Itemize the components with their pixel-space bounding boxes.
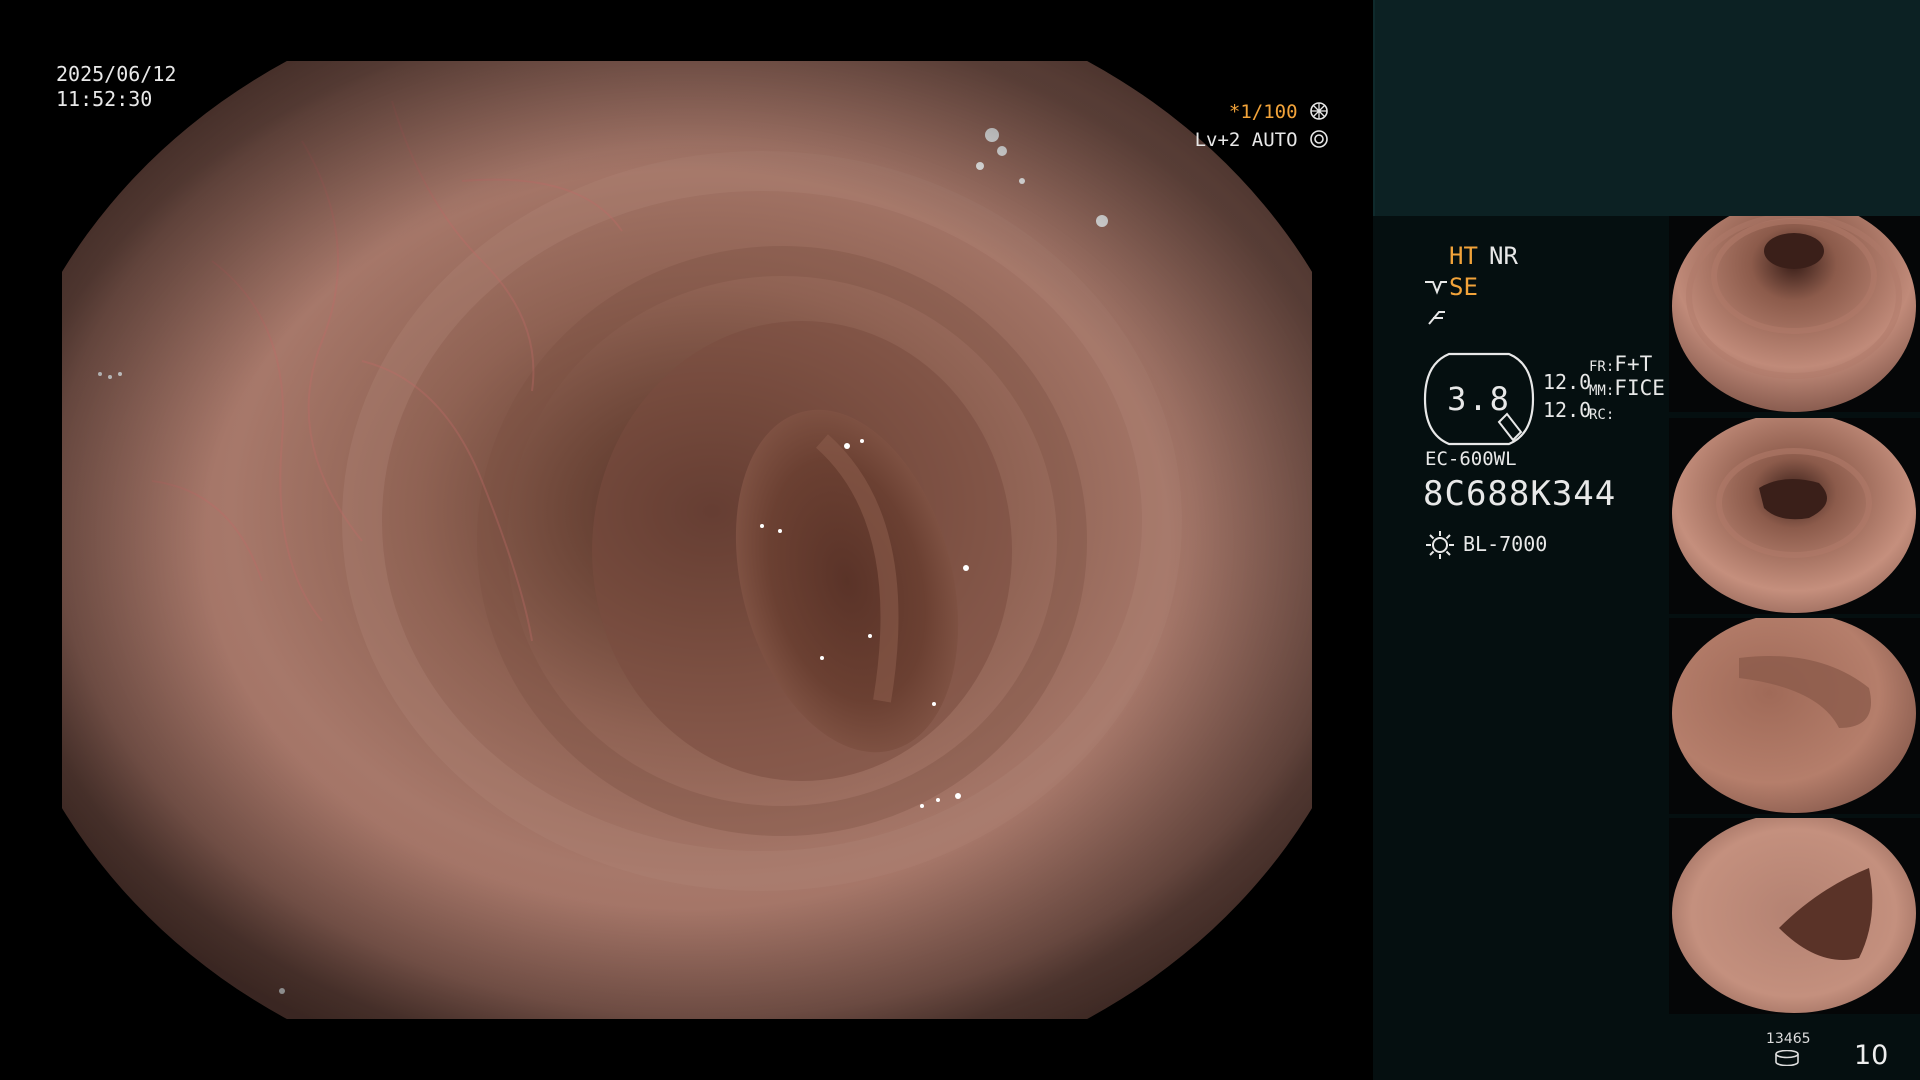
image-counter: 13465 xyxy=(1766,1031,1811,1047)
fr-value: F+T xyxy=(1614,352,1653,376)
mm-label: MM: xyxy=(1589,383,1615,399)
ht-indicator: HT xyxy=(1449,242,1478,270)
light-icon xyxy=(1426,531,1454,559)
exposure-readout: *1/100 Lv+2 AUTO xyxy=(1195,98,1329,154)
page-number: 10 xyxy=(1854,1040,1889,1071)
thumbnail-3[interactable] xyxy=(1669,618,1920,814)
status-panel: HT NR SE * 3.8 12.0 12.0 FR:F+T MM:FICE … xyxy=(1373,0,1920,1080)
value-2: 12.0 xyxy=(1543,398,1592,422)
fr-label: FR: xyxy=(1589,359,1615,375)
f-icon xyxy=(1428,311,1445,325)
scope-model: EC-600WL xyxy=(1425,448,1517,470)
scope-info: HT NR SE * 3.8 12.0 12.0 FR:F+T MM:FICE … xyxy=(1399,240,1739,560)
rc-row: RC: xyxy=(1589,400,1614,424)
panel-header-area xyxy=(1373,0,1920,216)
auto-icon xyxy=(1310,130,1328,148)
se-indicator: SE xyxy=(1449,273,1478,301)
light-source: BL-7000 xyxy=(1463,532,1548,556)
thumbnail-1[interactable] xyxy=(1669,216,1920,412)
shutter-label: *1/100 xyxy=(1228,101,1298,123)
scope-serial: 8C688K344 xyxy=(1423,474,1617,514)
date-label: 2025/06/12 xyxy=(56,62,177,86)
mode-label: AUTO xyxy=(1251,129,1298,151)
endoscopic-image xyxy=(62,61,1312,1019)
mm-value: FICE xyxy=(1614,376,1665,400)
level-label: Lv+2 xyxy=(1194,129,1241,151)
value-1: 12.0 xyxy=(1543,370,1592,394)
mm-row: MM:FICE xyxy=(1589,376,1665,400)
rc-label: RC: xyxy=(1589,407,1615,423)
se-icon xyxy=(1425,281,1447,295)
thumbnail-4[interactable] xyxy=(1669,818,1920,1014)
time-label: 11:52:30 xyxy=(56,87,153,111)
endoscope-view: 2025/06/12 11:52:30 *1/100 Lv+2 AUTO xyxy=(0,0,1373,1080)
zoom-value: 3.8 xyxy=(1447,380,1511,418)
zoom-gauge: 3.8 xyxy=(1421,352,1537,446)
fr-row: FR:F+T xyxy=(1589,352,1652,376)
shutter-icon xyxy=(1310,102,1328,120)
drive-icon xyxy=(1775,1050,1799,1066)
thumbnail-2[interactable] xyxy=(1669,418,1920,614)
datetime-readout: 2025/06/12 11:52:30 xyxy=(56,62,176,112)
nr-indicator: NR xyxy=(1489,242,1518,270)
